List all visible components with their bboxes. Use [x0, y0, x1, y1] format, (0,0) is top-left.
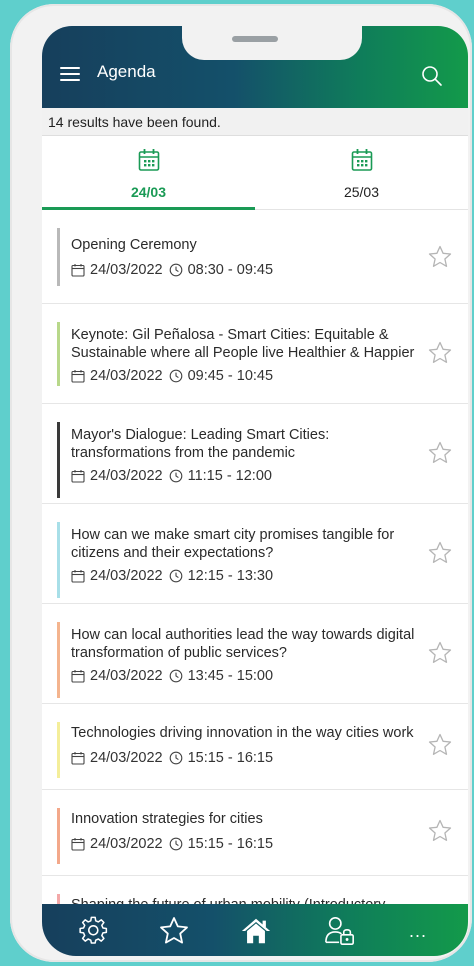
session-color-bar — [57, 622, 60, 698]
session-title: Keynote: Gil Peñalosa - Smart Cities: Eq… — [71, 327, 415, 361]
nav-settings[interactable] — [78, 916, 110, 946]
session-meta: 24/03/2022 15:15 - 16:15 — [71, 750, 273, 766]
session-date: 24/03/2022 — [90, 750, 163, 766]
phone-notch — [182, 26, 362, 60]
session-item[interactable]: Keynote: Gil Peñalosa - Smart Cities: Eq… — [42, 304, 468, 404]
calendar-icon — [71, 470, 85, 483]
session-title: How can local authorities lead the way t… — [71, 627, 415, 661]
phone-speaker — [232, 36, 278, 42]
session-title: Shaping the future of urban mobility (In… — [71, 896, 427, 904]
session-title: Opening Ceremony — [71, 237, 197, 253]
session-date: 24/03/2022 — [90, 368, 163, 384]
session-date: 24/03/2022 — [90, 262, 163, 278]
calendar-icon — [71, 264, 85, 277]
session-time: 12:15 - 13:30 — [187, 568, 274, 584]
session-item[interactable]: How can we make smart city promises tang… — [42, 504, 468, 604]
star-icon — [160, 917, 188, 944]
phone-frame: Agenda 14 results have been found. 24/03 — [10, 4, 472, 962]
session-date: 24/03/2022 — [90, 836, 163, 852]
page-title: Agenda — [97, 62, 156, 81]
tab-label: 24/03 — [130, 184, 167, 200]
calendar-icon — [71, 670, 85, 683]
star-icon[interactable] — [427, 818, 453, 844]
session-meta: 24/03/2022 15:15 - 16:15 — [71, 836, 273, 852]
star-icon[interactable] — [427, 440, 453, 466]
calendar-icon — [71, 838, 85, 851]
session-color-bar — [57, 808, 60, 864]
session-meta: 24/03/2022 13:45 - 15:00 — [71, 668, 273, 684]
star-icon[interactable] — [427, 540, 453, 566]
session-item[interactable]: Shaping the future of urban mobility (In… — [42, 876, 468, 904]
nav-more[interactable]: ... — [402, 916, 434, 946]
session-list: Opening Ceremony 24/03/2022 08:30 - 09:4… — [42, 210, 468, 904]
calendar-icon — [138, 149, 160, 171]
calendar-icon — [71, 370, 85, 383]
tab-24-03[interactable]: 24/03 — [42, 136, 255, 210]
tab-25-03[interactable]: 25/03 — [255, 136, 468, 209]
session-color-bar — [57, 228, 60, 286]
clock-icon — [169, 669, 182, 683]
bottom-nav: ... — [42, 904, 468, 956]
session-item[interactable]: Opening Ceremony 24/03/2022 08:30 - 09:4… — [42, 210, 468, 304]
session-color-bar — [57, 722, 60, 778]
nav-home[interactable] — [240, 916, 272, 946]
session-color-bar — [57, 422, 60, 498]
session-item[interactable]: Technologies driving innovation in the w… — [42, 704, 468, 790]
session-time: 08:30 - 09:45 — [187, 262, 274, 278]
clock-icon — [169, 837, 182, 851]
session-meta: 24/03/2022 09:45 - 10:45 — [71, 368, 273, 384]
session-color-bar — [57, 522, 60, 598]
star-icon[interactable] — [427, 340, 453, 366]
calendar-icon — [351, 149, 373, 171]
session-time: 15:15 - 16:15 — [187, 836, 274, 852]
session-time: 13:45 - 15:00 — [187, 668, 274, 684]
user-lock-icon — [325, 917, 354, 945]
session-title: Technologies driving innovation in the w… — [71, 725, 414, 741]
calendar-icon — [71, 752, 85, 765]
session-date: 24/03/2022 — [90, 468, 163, 484]
session-item[interactable]: How can local authorities lead the way t… — [42, 604, 468, 704]
session-date: 24/03/2022 — [90, 568, 163, 584]
session-item[interactable]: Mayor's Dialogue: Leading Smart Cities: … — [42, 404, 468, 504]
gear-icon — [79, 916, 108, 944]
tab-label: 25/03 — [343, 184, 380, 200]
clock-icon — [169, 751, 182, 765]
more-dots-icon: ... — [408, 920, 427, 941]
session-meta: 24/03/2022 12:15 - 13:30 — [71, 568, 273, 584]
session-meta: 24/03/2022 11:15 - 12:00 — [71, 468, 272, 484]
session-color-bar — [57, 894, 60, 904]
app-screen: Agenda 14 results have been found. 24/03 — [42, 26, 468, 956]
star-icon[interactable] — [427, 640, 453, 666]
session-title: Innovation strategies for cities — [71, 811, 263, 827]
session-time: 09:45 - 10:45 — [187, 368, 274, 384]
search-icon[interactable] — [420, 64, 444, 88]
session-title: How can we make smart city promises tang… — [71, 527, 395, 561]
clock-icon — [169, 569, 182, 583]
session-color-bar — [57, 322, 60, 386]
session-time: 11:15 - 12:00 — [187, 468, 272, 484]
session-time: 15:15 - 16:15 — [187, 750, 274, 766]
nav-favorites[interactable] — [158, 916, 190, 946]
star-icon[interactable] — [427, 244, 453, 270]
home-icon — [241, 918, 271, 944]
session-item[interactable]: Innovation strategies for cities 24/03/2… — [42, 790, 468, 876]
session-meta: 24/03/2022 08:30 - 09:45 — [71, 262, 273, 278]
calendar-icon — [71, 570, 85, 583]
session-date: 24/03/2022 — [90, 668, 163, 684]
results-count: 14 results have been found. — [42, 108, 468, 136]
clock-icon — [169, 369, 182, 383]
clock-icon — [169, 263, 182, 277]
hamburger-menu-icon[interactable] — [60, 66, 82, 82]
clock-icon — [169, 469, 182, 483]
date-tabs: 24/03 25/03 — [42, 136, 468, 210]
nav-account[interactable] — [324, 916, 356, 946]
star-icon[interactable] — [427, 732, 453, 758]
session-title: Mayor's Dialogue: Leading Smart Cities: … — [71, 427, 330, 461]
